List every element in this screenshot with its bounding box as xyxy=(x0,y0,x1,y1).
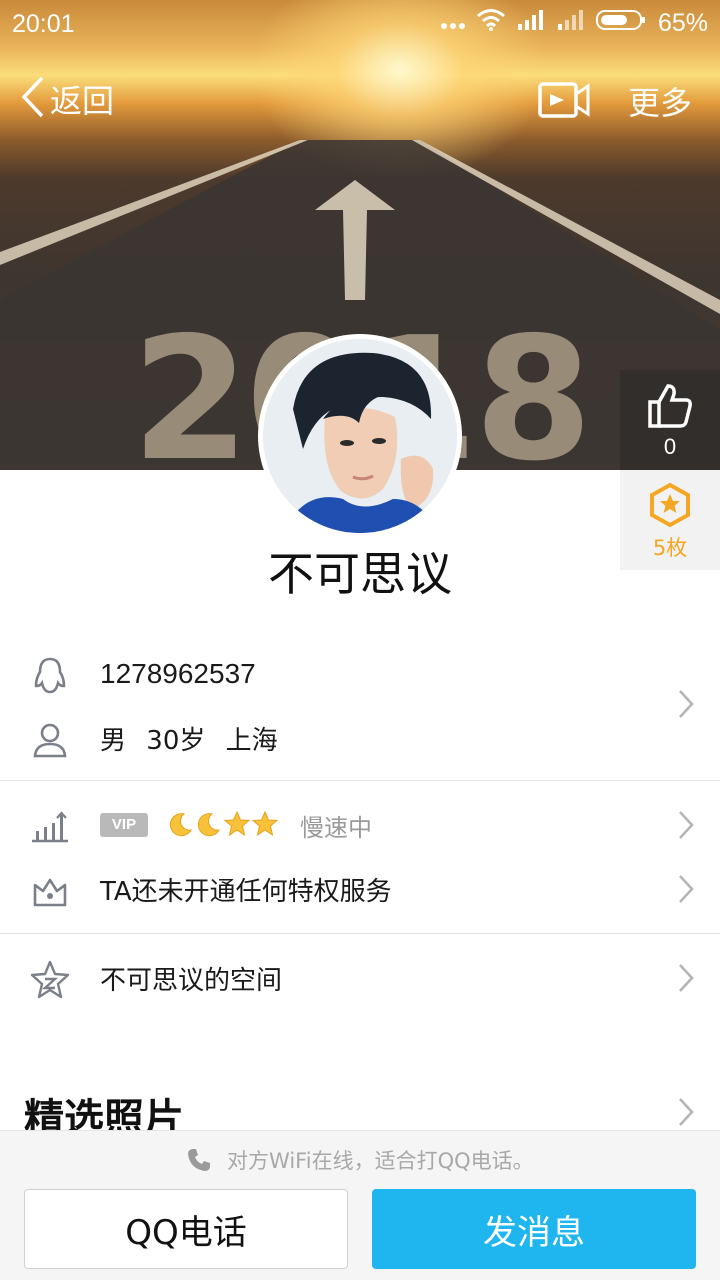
chevron-right-icon[interactable] xyxy=(676,1096,696,1128)
space-section: 不可思议的空间 xyxy=(0,934,720,1024)
location-text: 上海 xyxy=(225,725,278,756)
medal-star-icon xyxy=(648,482,692,532)
privilege-text: TA还未开通任何特权服务 xyxy=(100,876,392,907)
chevron-right-icon xyxy=(676,873,696,905)
phone-icon xyxy=(186,1147,212,1178)
chevron-right-icon xyxy=(676,688,696,720)
chevron-right-icon xyxy=(676,809,696,841)
penguin-icon xyxy=(30,656,70,696)
back-chevron-icon xyxy=(18,74,48,124)
battery-icon xyxy=(595,8,648,38)
status-bar: 20:01 65% xyxy=(0,0,720,50)
level-chart-icon xyxy=(30,807,70,847)
person-icon xyxy=(30,720,70,760)
avatar[interactable] xyxy=(258,334,462,538)
bottom-action-bar: 对方WiFi在线，适合打QQ电话。 QQ电话 发消息 xyxy=(0,1130,720,1280)
title-bar: 返回 更多 xyxy=(0,60,720,140)
gender-text: 男 xyxy=(100,725,127,756)
thumbs-up-icon xyxy=(646,382,694,432)
space-text: 不可思议的空间 xyxy=(100,965,283,996)
vip-section: VIP 慢速中 TA还未开通任何特权服务 xyxy=(0,781,720,933)
back-label: 返回 xyxy=(50,82,115,120)
qq-call-button[interactable]: QQ电话 xyxy=(24,1189,348,1269)
crown-icon xyxy=(30,871,70,911)
star-icon xyxy=(223,810,251,841)
vip-badge: VIP xyxy=(100,813,148,837)
more-button[interactable]: 更多 xyxy=(628,78,692,124)
video-call-icon xyxy=(536,82,592,128)
qzone-star-icon xyxy=(30,960,70,1000)
status-time: 20:01 xyxy=(12,10,75,38)
back-button[interactable]: 返回 xyxy=(18,74,114,124)
like-count: 0 xyxy=(663,434,677,459)
wifi-icon xyxy=(476,8,506,38)
qq-number-row: 1278962537 xyxy=(0,642,720,706)
age-text: 30岁 xyxy=(146,725,206,756)
battery-percent: 65% xyxy=(657,8,708,37)
level-status-text: 慢速中 xyxy=(300,813,372,842)
nickname: 不可思议 xyxy=(268,547,452,601)
level-row[interactable]: VIP 慢速中 xyxy=(0,793,720,857)
qq-number: 1278962537 xyxy=(100,658,256,689)
like-button[interactable]: 0 xyxy=(620,370,720,470)
chevron-right-icon xyxy=(676,962,696,994)
star-icon xyxy=(251,810,279,841)
basic-info-section[interactable]: 1278962537 男 30岁 上海 xyxy=(0,640,720,780)
privilege-row[interactable]: TA还未开通任何特权服务 xyxy=(0,857,720,921)
signal-icon xyxy=(516,8,546,38)
profile-details-row: 男 30岁 上海 xyxy=(0,706,720,770)
moon-icon xyxy=(196,811,222,841)
video-call-button[interactable] xyxy=(536,76,592,124)
moon-icon xyxy=(168,811,194,841)
level-icons xyxy=(168,810,279,841)
signal-2-icon xyxy=(556,8,586,38)
space-row[interactable]: 不可思议的空间 xyxy=(0,946,720,1010)
send-message-button[interactable]: 发消息 xyxy=(372,1189,696,1269)
wifi-hint-text: 对方WiFi在线，适合打QQ电话。 xyxy=(227,1149,534,1173)
more-dots-icon xyxy=(440,9,466,37)
avatar-photo xyxy=(263,339,457,533)
